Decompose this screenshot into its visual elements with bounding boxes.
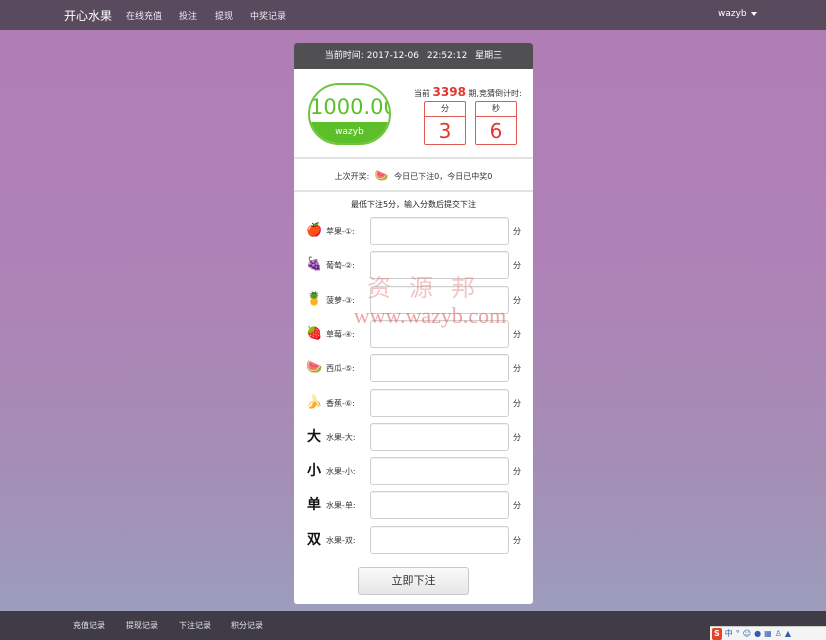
bet-card: 当前时间: 2017-12-06 22:52:12 星期三 1000.00分 w… [294, 43, 533, 604]
bet-unit: 分 [513, 227, 521, 236]
time-label: 当前时间: 2017-12-06 [324, 51, 419, 61]
footer-recharge-records[interactable]: 充值记录 [73, 620, 105, 631]
submit-bet-button[interactable]: 立即下注 [358, 567, 469, 595]
bet-amount-input[interactable] [370, 457, 509, 486]
bet-label: 水果-小: [326, 467, 356, 477]
current-time-header: 当前时间: 2017-12-06 22:52:12 星期三 [294, 43, 533, 69]
divider [294, 157, 533, 159]
bet-row: 小水果-小: 分 [294, 457, 533, 486]
bet-label: 水果-大: [326, 432, 356, 442]
time-value: 22:52:12 [426, 51, 468, 61]
bet-label: 葡萄-②: [326, 261, 355, 271]
bet-amount-input[interactable] [370, 491, 509, 520]
ime-toolbar[interactable]: S 中 ° ☺ ● ▦ ♙ ▲ [710, 626, 826, 640]
small-char-icon: 小 [307, 463, 321, 480]
period-number: 3398 [432, 85, 466, 99]
caret-down-icon [750, 11, 757, 16]
bet-unit: 分 [513, 329, 521, 339]
footer-points-records[interactable]: 积分记录 [231, 620, 263, 631]
seconds-label: 秒 [476, 102, 516, 117]
last-draw-label: 上次开奖: [334, 172, 370, 181]
countdown-minutes: 分 3 [424, 101, 466, 145]
brand-logo[interactable]: 开心水果 [64, 7, 112, 24]
even-char-icon: 双 [307, 531, 321, 548]
watermelon-icon: 🍉 [306, 360, 323, 376]
bet-unit: 分 [513, 467, 521, 477]
minutes-label: 分 [425, 102, 465, 117]
bet-amount-input[interactable] [370, 525, 509, 554]
top-navbar: 开心水果 在线充值 投注 提现 中奖记录 wazyb [0, 0, 826, 30]
strawberry-icon: 🍓 [306, 325, 323, 341]
bet-label: 西瓜-⑤: [326, 364, 355, 374]
bet-row: 🍉 西瓜-⑤: 分 [294, 354, 533, 383]
ime-lang[interactable]: 中 [725, 628, 733, 640]
ime-keyboard-icon[interactable]: ▦ [764, 628, 772, 640]
ime-logo-icon[interactable]: S [712, 627, 722, 640]
ime-emoji-icon[interactable]: ☺ [743, 628, 751, 640]
banana-icon: 🍌 [306, 394, 323, 410]
bet-row: 大水果-大: 分 [294, 422, 533, 451]
period-suffix: 期,竞猜倒计时: [468, 89, 522, 98]
bet-row: 双水果-双: 分 [294, 525, 533, 554]
bet-row: 🍎 苹果-①: 分 [294, 217, 533, 245]
bet-hint: 最低下注5分，输入分数后提交下注 [350, 200, 477, 209]
user-menu[interactable]: wazyb [718, 9, 757, 19]
last-draw: 上次开奖: 🍉 今日已下注0，今日已中奖0 [294, 169, 533, 182]
minutes-value: 3 [438, 119, 452, 143]
bet-amount-input[interactable] [370, 354, 509, 383]
period-prefix: 当前 [414, 89, 430, 98]
ime-mic-icon[interactable]: ● [754, 628, 761, 640]
apple-icon: 🍎 [306, 223, 323, 238]
balance-user: wazyb [310, 122, 389, 143]
bet-amount-input[interactable] [370, 285, 509, 314]
footer-nav: 充值记录 提现记录 下注记录 积分记录 [0, 611, 826, 640]
bet-amount-input[interactable] [370, 319, 509, 348]
bet-row: 🍇 葡萄-②: 分 [294, 251, 533, 280]
bet-amount-input[interactable] [370, 251, 509, 280]
bet-amount-input[interactable] [370, 217, 509, 245]
bet-label: 苹果-①: [326, 227, 355, 236]
nav-bet[interactable]: 投注 [179, 9, 197, 22]
ime-skin-icon[interactable]: ▲ [785, 628, 791, 640]
balance-badge: 1000.00分 wazyb [308, 83, 391, 145]
odd-char-icon: 单 [307, 497, 321, 514]
bet-row: 单水果-单: 分 [294, 491, 533, 520]
big-char-icon: 大 [307, 428, 321, 445]
ime-punct-icon[interactable]: ° [736, 628, 740, 640]
footer-bet-records[interactable]: 下注记录 [179, 620, 211, 631]
grape-icon: 🍇 [306, 257, 323, 273]
period-info: 当前 3398 期,竞猜倒计时: [414, 85, 522, 99]
bet-row: 🍓 草莓-④: 分 [294, 319, 533, 348]
seconds-value: 6 [489, 119, 503, 143]
bet-unit: 分 [513, 364, 521, 374]
bet-row: 🍌 香蕉-⑥: 分 [294, 388, 533, 417]
bet-unit: 分 [513, 432, 521, 442]
bet-unit: 分 [513, 398, 521, 408]
bet-label: 水果-双: [326, 535, 356, 545]
bet-label: 香蕉-⑥: [326, 398, 355, 408]
bet-label: 水果-单: [326, 501, 356, 511]
nav-win-records[interactable]: 中奖记录 [250, 9, 286, 22]
user-name: wazyb [718, 9, 747, 19]
bet-label: 草莓-④: [326, 329, 355, 339]
divider [294, 190, 533, 192]
pineapple-icon: 🍍 [306, 291, 323, 307]
bet-unit: 分 [513, 295, 521, 305]
bet-label: 菠萝-③: [326, 295, 355, 305]
bet-unit: 分 [513, 261, 521, 271]
footer-withdraw-records[interactable]: 提现记录 [126, 620, 158, 631]
nav-recharge[interactable]: 在线充值 [126, 9, 162, 22]
bet-unit: 分 [513, 535, 521, 545]
ime-user-icon[interactable]: ♙ [775, 628, 782, 640]
bet-amount-input[interactable] [370, 422, 509, 451]
watermelon-icon: 🍉 [374, 169, 389, 182]
bet-row: 🍍 菠萝-③: 分 [294, 285, 533, 314]
bet-unit: 分 [513, 501, 521, 511]
weekday: 星期三 [475, 51, 503, 61]
bet-amount-input[interactable] [370, 388, 509, 417]
countdown-seconds: 秒 6 [475, 101, 517, 145]
today-status: 今日已下注0，今日已中奖0 [394, 172, 493, 181]
nav-withdraw[interactable]: 提现 [215, 9, 233, 22]
